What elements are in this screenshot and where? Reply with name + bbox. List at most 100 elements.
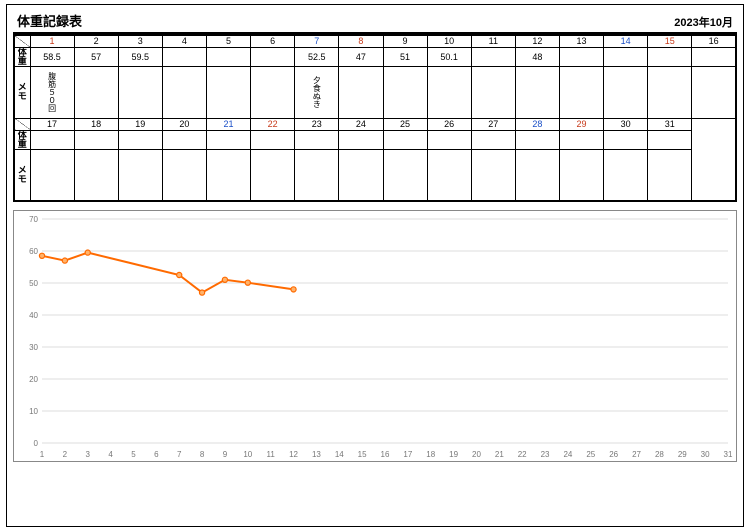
day-header: 16 (692, 35, 736, 47)
svg-text:50: 50 (29, 279, 38, 288)
memo-cell[interactable] (515, 149, 559, 201)
day-header: 8 (339, 35, 383, 47)
memo-cell[interactable] (471, 66, 515, 118)
memo-cell[interactable] (162, 149, 206, 201)
day-header: 5 (207, 35, 251, 47)
weight-cell[interactable] (295, 130, 339, 149)
day-header: 19 (118, 118, 162, 130)
weight-cell[interactable] (471, 47, 515, 66)
weight-cell[interactable] (162, 47, 206, 66)
svg-text:30: 30 (29, 343, 38, 352)
weight-label: 体重 (14, 130, 30, 149)
day-header: 17 (30, 118, 74, 130)
day-header: 23 (295, 118, 339, 130)
svg-text:30: 30 (701, 450, 710, 459)
weight-cell[interactable] (251, 47, 295, 66)
day-header: 1 (30, 35, 74, 47)
memo-cell[interactable] (339, 66, 383, 118)
memo-cell[interactable] (30, 149, 74, 201)
day-header: 12 (515, 35, 559, 47)
memo-label: メモ (14, 66, 30, 118)
svg-text:26: 26 (609, 450, 618, 459)
day-header: 24 (339, 118, 383, 130)
svg-text:27: 27 (632, 450, 641, 459)
weight-cell[interactable] (207, 47, 251, 66)
weight-cell[interactable] (604, 47, 648, 66)
corner-cell (14, 118, 30, 130)
memo-cell[interactable] (383, 66, 427, 118)
memo-cell[interactable] (515, 66, 559, 118)
day-header: 18 (74, 118, 118, 130)
weight-cell[interactable] (560, 47, 604, 66)
day-header: 21 (207, 118, 251, 130)
weight-cell[interactable]: 51 (383, 47, 427, 66)
chart-container: 0102030405060701234567891011121314151617… (13, 210, 737, 462)
memo-cell[interactable] (648, 149, 692, 201)
weight-cell[interactable]: 48 (515, 47, 559, 66)
memo-cell[interactable] (295, 149, 339, 201)
memo-cell[interactable] (162, 66, 206, 118)
memo-cell[interactable] (207, 149, 251, 201)
weight-cell[interactable] (471, 130, 515, 149)
memo-cell[interactable] (648, 66, 692, 118)
weight-cell[interactable] (427, 130, 471, 149)
day-header: 3 (118, 35, 162, 47)
memo-cell[interactable] (604, 149, 648, 201)
weight-cell[interactable] (383, 130, 427, 149)
weight-cell[interactable] (648, 47, 692, 66)
weight-cell[interactable] (207, 130, 251, 149)
weight-cell[interactable]: 52.5 (295, 47, 339, 66)
memo-cell[interactable]: 腹筋５０回 (30, 66, 74, 118)
weight-cell[interactable] (648, 130, 692, 149)
memo-cell[interactable] (251, 66, 295, 118)
memo-cell[interactable] (427, 66, 471, 118)
svg-text:29: 29 (678, 450, 687, 459)
svg-text:24: 24 (563, 450, 572, 459)
weight-cell[interactable] (251, 130, 295, 149)
memo-cell[interactable] (74, 149, 118, 201)
svg-text:19: 19 (449, 450, 458, 459)
weight-cell[interactable] (30, 130, 74, 149)
day-header: 13 (560, 35, 604, 47)
weight-cell[interactable] (74, 130, 118, 149)
svg-text:8: 8 (200, 450, 205, 459)
memo-cell[interactable] (383, 149, 427, 201)
weight-cell[interactable] (560, 130, 604, 149)
weight-cell[interactable]: 47 (339, 47, 383, 66)
month-label: 2023年10月 (674, 14, 733, 30)
svg-text:13: 13 (312, 450, 321, 459)
weight-cell[interactable] (515, 130, 559, 149)
memo-row-1: メモ 腹筋５０回 夕食ぬき (14, 66, 736, 118)
svg-text:25: 25 (586, 450, 595, 459)
memo-cell[interactable] (427, 149, 471, 201)
memo-cell[interactable] (604, 66, 648, 118)
weight-cell[interactable]: 59.5 (118, 47, 162, 66)
memo-cell[interactable] (207, 66, 251, 118)
weight-cell[interactable] (604, 130, 648, 149)
weight-cell[interactable] (692, 47, 736, 66)
memo-cell[interactable] (560, 66, 604, 118)
memo-cell[interactable] (339, 149, 383, 201)
day-header: 15 (648, 35, 692, 47)
svg-text:4: 4 (108, 450, 113, 459)
page: 体重記録表 2023年10月 12345678910111213141516 体… (6, 4, 744, 527)
weight-cell[interactable] (118, 130, 162, 149)
weight-cell[interactable]: 57 (74, 47, 118, 66)
memo-cell[interactable] (251, 149, 295, 201)
memo-cell[interactable]: 夕食ぬき (295, 66, 339, 118)
memo-cell[interactable] (560, 149, 604, 201)
day-header: 6 (251, 35, 295, 47)
svg-text:10: 10 (243, 450, 252, 459)
weight-cell[interactable]: 50.1 (427, 47, 471, 66)
memo-cell[interactable] (74, 66, 118, 118)
memo-cell[interactable] (118, 66, 162, 118)
weight-cell[interactable] (162, 130, 206, 149)
memo-cell[interactable] (692, 66, 736, 118)
weight-cell[interactable]: 58.5 (30, 47, 74, 66)
memo-cell[interactable] (118, 149, 162, 201)
weight-chart: 0102030405060701234567891011121314151617… (14, 211, 736, 461)
svg-text:5: 5 (131, 450, 136, 459)
memo-cell[interactable] (471, 149, 515, 201)
svg-text:1: 1 (40, 450, 45, 459)
weight-cell[interactable] (339, 130, 383, 149)
